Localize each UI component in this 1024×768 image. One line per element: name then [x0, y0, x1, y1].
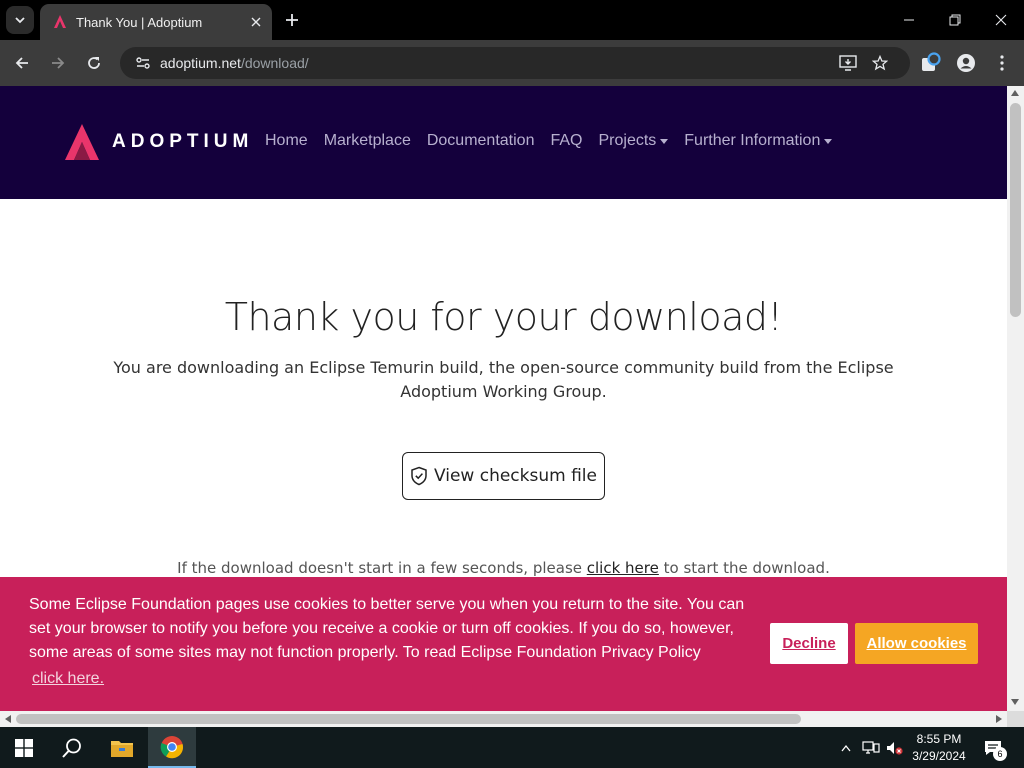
- browser-menu-button[interactable]: [988, 49, 1016, 77]
- network-icon: [862, 740, 880, 754]
- cookie-consent-banner: Some Eclipse Foundation pages use cookie…: [0, 577, 1007, 711]
- download-note-text-end: to start the download.: [658, 559, 830, 577]
- search-icon: [62, 738, 81, 758]
- adoptium-logo[interactable]: ADOPTIUM: [64, 123, 253, 161]
- scroll-up-arrow-icon[interactable]: [1011, 90, 1019, 96]
- caret-down-icon: [824, 138, 833, 144]
- minimize-icon: [904, 19, 914, 21]
- page-title: Thank you for your download!: [224, 295, 783, 339]
- forward-button[interactable]: [44, 49, 72, 77]
- site-header: ADOPTIUM Home Marketplace Documentation …: [0, 86, 1007, 199]
- plus-icon: [286, 14, 298, 26]
- view-checksum-button[interactable]: View checksum file: [402, 452, 605, 500]
- url-text: adoptium.net/download/: [160, 55, 309, 71]
- nav-link-documentation[interactable]: Documentation: [427, 132, 535, 150]
- windows-logo-icon: [15, 738, 33, 757]
- caret-down-icon: [660, 138, 669, 144]
- page-viewport: ADOPTIUM Home Marketplace Documentation …: [0, 86, 1024, 727]
- horizontal-scroll-thumb[interactable]: [16, 714, 801, 724]
- profile-button[interactable]: [952, 49, 980, 77]
- nav-link-home[interactable]: Home: [265, 132, 308, 150]
- vertical-scroll-thumb[interactable]: [1010, 103, 1021, 317]
- more-vertical-icon: [1000, 55, 1004, 71]
- download-note-text: If the download doesn't start in a few s…: [177, 559, 587, 577]
- address-bar[interactable]: adoptium.net/download/: [120, 47, 910, 79]
- close-tab-icon[interactable]: [248, 14, 264, 30]
- horizontal-scrollbar[interactable]: [0, 711, 1007, 727]
- network-status-button[interactable]: [860, 727, 882, 768]
- chevron-up-icon: [841, 744, 851, 751]
- scroll-left-arrow-icon[interactable]: [5, 715, 11, 723]
- nav-link-marketplace[interactable]: Marketplace: [324, 132, 411, 150]
- clock-time: 8:55 PM: [916, 732, 962, 746]
- nav-dropdown-projects[interactable]: Projects: [598, 132, 669, 150]
- download-click-here-link[interactable]: click here: [587, 559, 659, 577]
- nav-label: Further Information: [684, 132, 821, 149]
- back-button[interactable]: [8, 49, 36, 77]
- taskbar-chrome[interactable]: [148, 727, 196, 768]
- vertical-scrollbar[interactable]: [1007, 86, 1024, 711]
- clock-date: 3/29/2024: [912, 749, 966, 763]
- arrow-right-icon: [52, 57, 65, 69]
- adoptium-favicon-icon: [52, 14, 68, 30]
- nav-label: Marketplace: [323, 132, 411, 149]
- notification-count-badge: 6: [993, 747, 1007, 761]
- logo-wordmark: ADOPTIUM: [112, 131, 254, 152]
- scroll-right-arrow-icon[interactable]: [996, 715, 1002, 723]
- chevron-down-icon: [15, 17, 25, 24]
- nav-label: FAQ: [550, 132, 583, 149]
- taskbar-clock[interactable]: 8:55 PM 3/29/2024: [906, 731, 972, 765]
- browser-toolbar: adoptium.net/download/: [0, 40, 1024, 86]
- extension-button[interactable]: [916, 49, 944, 77]
- new-tab-button[interactable]: [280, 8, 304, 32]
- download-note: If the download doesn't start in a few s…: [0, 559, 1007, 577]
- profile-avatar-icon: [957, 54, 975, 72]
- extension-icon: [922, 52, 941, 71]
- browser-tab-active[interactable]: Thank You | Adoptium: [40, 4, 272, 40]
- site-nav-links: Home Marketplace Documentation FAQ Proje…: [265, 132, 848, 150]
- bookmark-star-icon[interactable]: [866, 47, 894, 79]
- page-subtitle: You are downloading an Eclipse Temurin b…: [113, 358, 894, 401]
- allow-cookies-button[interactable]: Allow cookies: [855, 623, 978, 664]
- windows-taskbar: 8:55 PM 3/29/2024 6: [0, 727, 1024, 768]
- reload-icon: [88, 57, 100, 69]
- nav-label: Documentation: [426, 132, 535, 149]
- nav-dropdown-further-information[interactable]: Further Information: [684, 132, 833, 150]
- scroll-down-arrow-icon[interactable]: [1011, 699, 1019, 705]
- url-path: /download/: [240, 55, 309, 71]
- restore-icon: [949, 14, 961, 26]
- checksum-button-label: View checksum file: [433, 466, 597, 486]
- volume-button[interactable]: [884, 727, 906, 768]
- site-settings-icon[interactable]: [126, 55, 160, 71]
- url-host: adoptium.net: [160, 55, 241, 71]
- adoptium-logo-icon: [65, 124, 99, 160]
- close-icon: [995, 14, 1007, 26]
- taskbar-file-explorer[interactable]: [98, 727, 146, 768]
- nav-label: Home: [265, 132, 308, 149]
- chrome-icon: [160, 735, 184, 758]
- tab-search-button[interactable]: [6, 6, 34, 34]
- restore-button[interactable]: [932, 0, 978, 40]
- scrollbar-corner: [1007, 711, 1024, 727]
- cookie-privacy-link[interactable]: click here.: [32, 670, 104, 688]
- taskbar-search-button[interactable]: [48, 727, 96, 768]
- nav-label: Projects: [598, 132, 657, 149]
- speaker-muted-icon: [887, 741, 903, 755]
- nav-link-faq[interactable]: FAQ: [550, 132, 582, 150]
- close-window-button[interactable]: [978, 0, 1024, 40]
- start-button[interactable]: [0, 727, 48, 768]
- show-hidden-icons-button[interactable]: [836, 727, 856, 768]
- arrow-left-icon: [15, 57, 28, 69]
- shield-check-icon: [410, 466, 428, 486]
- reload-button[interactable]: [80, 49, 108, 77]
- minimize-button[interactable]: [886, 0, 932, 40]
- browser-tab-bar: Thank You | Adoptium: [0, 0, 1024, 40]
- decline-cookies-button[interactable]: Decline: [770, 623, 848, 664]
- folder-icon: [111, 740, 133, 757]
- page-content: ADOPTIUM Home Marketplace Documentation …: [0, 86, 1007, 711]
- cookie-message: Some Eclipse Foundation pages use cookie…: [29, 596, 745, 661]
- install-app-icon[interactable]: [834, 47, 862, 79]
- tab-title: Thank You | Adoptium: [76, 14, 203, 30]
